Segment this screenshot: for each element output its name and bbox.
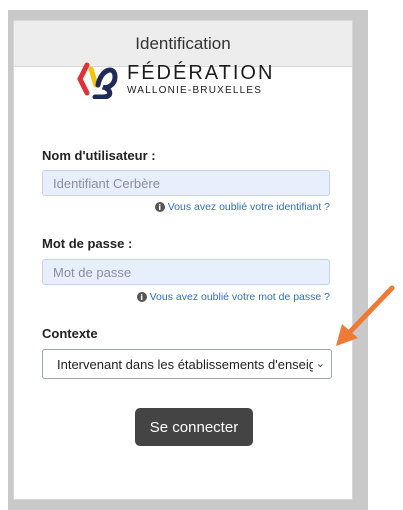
fwb-logo-icon	[77, 62, 118, 99]
context-label: Contexte	[42, 326, 98, 341]
logo-subtitle: WALLONIE-BRUXELLES	[127, 84, 263, 96]
username-input[interactable]	[42, 170, 330, 196]
info-icon: i	[154, 202, 165, 212]
fwb-logo: FÉDÉRATION WALLONIE-BRUXELLES	[77, 59, 274, 99]
login-button[interactable]: Se connecter	[135, 408, 253, 446]
forgot-password-link[interactable]: i Vous avez oublié votre mot de passe ?	[136, 291, 330, 303]
password-input[interactable]	[42, 259, 330, 285]
logo-title: FÉDÉRATION	[127, 61, 275, 84]
orange-arrow-annotation	[336, 285, 395, 346]
username-label: Nom d'utilisateur :	[42, 148, 156, 163]
forgot-username-link[interactable]: i Vous avez oublié votre identifiant ?	[154, 201, 330, 213]
chevron-down-icon: ⌄	[315, 357, 325, 370]
info-icon: i	[136, 292, 147, 302]
page-title: Identification	[135, 33, 231, 53]
forgot-password-text: Vous avez oublié votre mot de passe ?	[149, 291, 330, 303]
context-select[interactable]: Intervenant dans les établissements d'en…	[42, 349, 332, 379]
forgot-username-text: Vous avez oublié votre identifiant ?	[167, 201, 330, 213]
context-selected-value: Intervenant dans les établissements d'en…	[57, 356, 313, 372]
password-label: Mot de passe :	[42, 236, 133, 251]
